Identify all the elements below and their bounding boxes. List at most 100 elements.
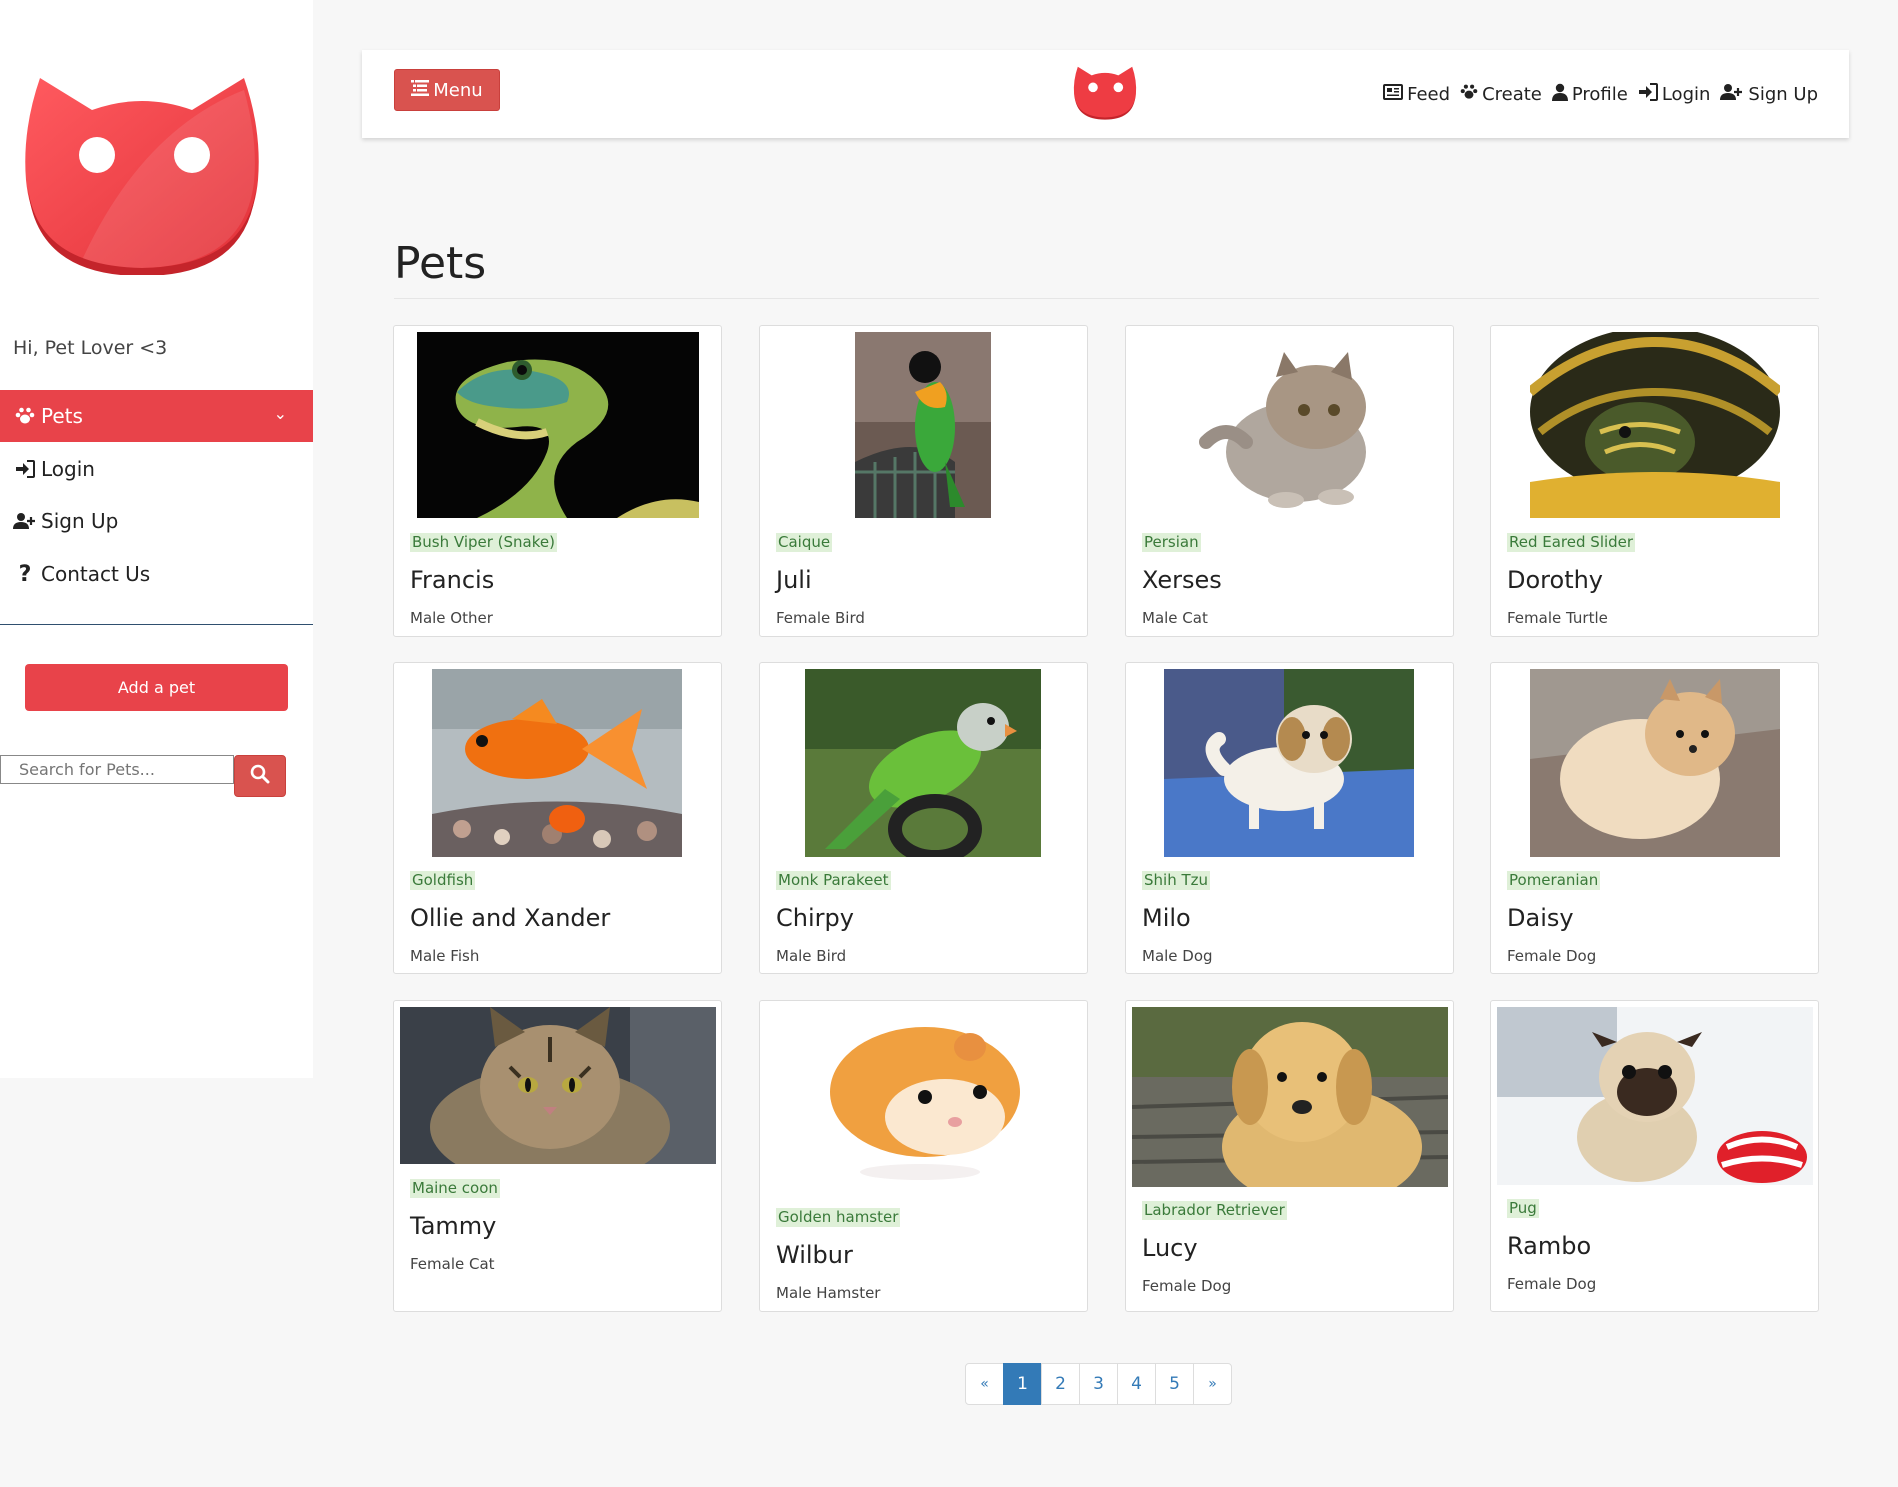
header-link-label: Profile [1571,83,1628,105]
pet-card[interactable]: Bush Viper (Snake) Francis Male Other [393,325,722,637]
sidebar-item-contact[interactable]: ? Contact Us [0,548,313,600]
newspaper-icon [1383,83,1404,105]
header-link-label: Feed [1407,83,1451,105]
pagination-page-3[interactable]: 3 [1079,1363,1118,1405]
pet-name[interactable]: Milo [1142,904,1191,932]
pet-card[interactable]: Goldfish Ollie and Xander Male Fish [393,662,722,974]
user-icon [1551,83,1568,106]
pet-name[interactable]: Rambo [1507,1232,1591,1260]
pet-meta: Male Other [410,609,493,627]
pet-photo-parrot [855,332,991,518]
pet-name[interactable]: Francis [410,566,494,594]
user-plus-icon [1720,83,1744,106]
pet-photo-snake [417,332,699,518]
pet-card[interactable]: Pug Rambo Female Dog [1490,1000,1819,1312]
pet-meta: Female Turtle [1507,609,1608,627]
question-icon: ? [18,561,32,587]
header-cat-logo[interactable] [1073,64,1137,120]
pet-photo-maine-coon [400,1007,716,1164]
pet-meta: Female Cat [410,1255,495,1273]
cat-logo[interactable] [22,70,262,276]
pagination-page-5[interactable]: 5 [1155,1363,1194,1405]
header-link-label: Create [1482,83,1542,105]
pet-card[interactable]: Maine coon Tammy Female Cat [393,1000,722,1312]
sidebar: Hi, Pet Lover <3 Pets ⌄ Login Sign Up ? … [0,0,313,1078]
header-link-label: Sign Up [1748,83,1818,105]
pet-photo-turtle [1530,332,1780,518]
header-links: Feed Create Profile Login Sign Up [1383,50,1818,138]
pet-breed: Bush Viper (Snake) [410,533,557,552]
pet-card[interactable]: Persian Xerses Male Cat [1125,325,1454,637]
pet-breed: Persian [1142,533,1201,552]
pagination-page-2[interactable]: 2 [1041,1363,1080,1405]
pet-meta: Male Hamster [776,1284,881,1302]
pet-photo-persian-kitten [1166,332,1416,518]
pet-card[interactable]: Labrador Retriever Lucy Female Dog [1125,1000,1454,1312]
pet-name[interactable]: Ollie and Xander [410,904,610,932]
sidebar-item-label: Sign Up [41,509,119,533]
header-link-login[interactable]: Login [1638,82,1711,106]
add-pet-button[interactable]: Add a pet [25,664,288,711]
pagination-page-1[interactable]: 1 [1003,1363,1042,1405]
pet-card[interactable]: Pomeranian Daisy Female Dog [1490,662,1819,974]
pet-name[interactable]: Tammy [410,1212,496,1240]
search-input[interactable] [0,755,234,784]
pet-name[interactable]: Daisy [1507,904,1574,932]
header-link-profile[interactable]: Profile [1551,83,1628,106]
menu-button[interactable]: Menu [394,69,500,111]
pet-photo-parakeet [805,669,1041,857]
pet-meta: Female Dog [1507,947,1597,965]
pet-card[interactable]: Caique Juli Female Bird [759,325,1088,637]
header-link-create[interactable]: Create [1460,84,1542,105]
menu-icon [411,79,430,101]
sidebar-item-login[interactable]: Login [0,443,313,495]
pet-breed: Labrador Retriever [1142,1201,1287,1220]
chevron-down-icon: ⌄ [273,404,287,423]
pet-meta: Female Dog [1142,1277,1232,1295]
pet-photo-hamster [815,1007,1035,1193]
pet-photo-pomeranian [1530,669,1780,857]
paw-icon [13,407,37,425]
pet-photo-labrador [1132,1007,1448,1187]
sidebar-item-label: Login [41,457,95,481]
sidebar-item-pets[interactable]: Pets ⌄ [0,390,313,442]
pet-name[interactable]: Wilbur [776,1241,853,1269]
pet-name[interactable]: Dorothy [1507,566,1603,594]
header-link-signup[interactable]: Sign Up [1720,83,1818,106]
pet-card[interactable]: Golden hamster Wilbur Male Hamster [759,1000,1088,1312]
pet-name[interactable]: Lucy [1142,1234,1198,1262]
login-icon [13,460,37,478]
user-plus-icon [13,512,37,530]
pet-breed: Shih Tzu [1142,871,1211,890]
pet-meta: Female Dog [1507,1275,1597,1293]
pet-card[interactable]: Monk Parakeet Chirpy Male Bird [759,662,1088,974]
pet-breed: Caique [776,533,833,552]
page-title: Pets [394,238,487,289]
pet-meta: Male Cat [1142,609,1208,627]
pet-name[interactable]: Chirpy [776,904,854,932]
pet-meta: Female Bird [776,609,865,627]
header-link-feed[interactable]: Feed [1383,83,1451,105]
menu-label: Menu [433,79,483,101]
sidebar-item-label: Pets [41,404,83,428]
pet-card[interactable]: Red Eared Slider Dorothy Female Turtle [1490,325,1819,637]
top-navbar: Menu Feed Create Profile Login Sign Up [362,50,1849,138]
search-button[interactable] [234,755,286,797]
pet-breed: Red Eared Slider [1507,533,1636,552]
pet-name[interactable]: Juli [776,566,812,594]
pet-breed: Monk Parakeet [776,871,891,890]
header-link-label: Login [1661,83,1711,105]
paw-icon [1460,84,1478,105]
pet-card[interactable]: Shih Tzu Milo Male Dog [1125,662,1454,974]
greeting-text: Hi, Pet Lover <3 [13,337,168,359]
pet-meta: Male Bird [776,947,847,965]
search-icon [250,764,270,788]
sidebar-item-signup[interactable]: Sign Up [0,495,313,547]
pagination-next[interactable]: » [1193,1363,1232,1405]
pet-photo-shih-tzu [1164,669,1414,857]
pet-meta: Male Dog [1142,947,1213,965]
pagination-page-4[interactable]: 4 [1117,1363,1156,1405]
pet-breed: Golden hamster [776,1208,901,1227]
pet-name[interactable]: Xerses [1142,566,1222,594]
pagination-prev[interactable]: « [965,1363,1004,1405]
